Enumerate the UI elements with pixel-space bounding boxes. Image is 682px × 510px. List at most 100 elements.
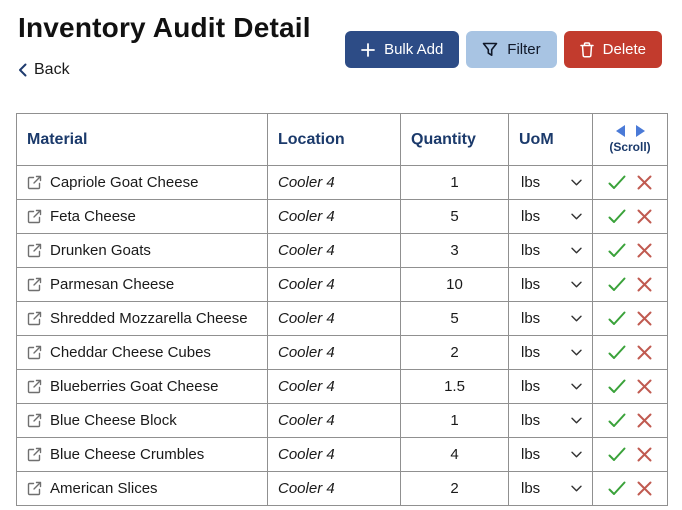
confirm-check-icon[interactable]: [608, 481, 626, 496]
material-name: Parmesan Cheese: [50, 276, 175, 293]
table-row: Feta Cheese Cooler 4 5 lbs: [16, 199, 668, 234]
location-value: Cooler 4: [267, 199, 401, 234]
chevron-down-icon: [571, 383, 582, 390]
chevron-down-icon: [571, 315, 582, 322]
table-row: Parmesan Cheese Cooler 4 10 lbs: [16, 267, 668, 302]
bulk-add-label: Bulk Add: [384, 41, 444, 58]
external-link-icon[interactable]: [27, 311, 42, 326]
table-row: Blue Cheese Crumbles Cooler 4 4 lbs: [16, 437, 668, 472]
uom-select[interactable]: lbs: [521, 446, 582, 463]
trash-icon: [579, 41, 594, 58]
reject-x-icon[interactable]: [637, 345, 652, 360]
location-value: Cooler 4: [267, 301, 401, 336]
table-row: Cheddar Cheese Cubes Cooler 4 2 lbs: [16, 335, 668, 370]
delete-label: Delete: [602, 41, 646, 58]
material-name: Blue Cheese Block: [50, 412, 177, 429]
confirm-check-icon[interactable]: [608, 345, 626, 360]
uom-value: lbs: [521, 412, 541, 429]
quantity-value: 1: [400, 403, 509, 438]
reject-x-icon[interactable]: [637, 175, 652, 190]
confirm-check-icon[interactable]: [608, 413, 626, 428]
reject-x-icon[interactable]: [637, 311, 652, 326]
uom-select[interactable]: lbs: [521, 174, 582, 191]
uom-value: lbs: [521, 446, 541, 463]
external-link-icon[interactable]: [27, 209, 42, 224]
scroll-right-icon[interactable]: [635, 125, 645, 137]
external-link-icon[interactable]: [27, 175, 42, 190]
uom-select[interactable]: lbs: [521, 344, 582, 361]
confirm-check-icon[interactable]: [608, 447, 626, 462]
material-name: Cheddar Cheese Cubes: [50, 344, 211, 361]
uom-select[interactable]: lbs: [521, 208, 582, 225]
header-uom: UoM: [508, 113, 593, 166]
header-material: Material: [16, 113, 268, 166]
reject-x-icon[interactable]: [637, 379, 652, 394]
reject-x-icon[interactable]: [637, 277, 652, 292]
reject-x-icon[interactable]: [637, 209, 652, 224]
filter-label: Filter: [507, 41, 541, 58]
table-header: Material Location Quantity UoM (Scroll): [16, 113, 668, 166]
reject-x-icon[interactable]: [637, 413, 652, 428]
table-row: Drunken Goats Cooler 4 3 lbs: [16, 233, 668, 268]
material-name: Drunken Goats: [50, 242, 151, 259]
inventory-table: Material Location Quantity UoM (Scroll): [16, 113, 668, 506]
uom-select[interactable]: lbs: [521, 412, 582, 429]
back-link[interactable]: Back: [18, 61, 70, 79]
confirm-check-icon[interactable]: [608, 175, 626, 190]
table-row: Blueberries Goat Cheese Cooler 4 1.5 lbs: [16, 369, 668, 404]
location-value: Cooler 4: [267, 403, 401, 438]
header-quantity: Quantity: [400, 113, 509, 166]
back-label: Back: [34, 61, 70, 78]
reject-x-icon[interactable]: [637, 481, 652, 496]
uom-value: lbs: [521, 276, 541, 293]
quantity-value: 1: [400, 165, 509, 200]
chevron-down-icon: [571, 417, 582, 424]
confirm-check-icon[interactable]: [608, 277, 626, 292]
uom-value: lbs: [521, 480, 541, 497]
external-link-icon[interactable]: [27, 447, 42, 462]
uom-value: lbs: [521, 310, 541, 327]
quantity-value: 5: [400, 301, 509, 336]
material-name: Feta Cheese: [50, 208, 136, 225]
confirm-check-icon[interactable]: [608, 243, 626, 258]
toolbar: Bulk Add Filter Delete: [345, 31, 662, 68]
external-link-icon[interactable]: [27, 277, 42, 292]
uom-select[interactable]: lbs: [521, 276, 582, 293]
filter-button[interactable]: Filter: [466, 31, 557, 68]
confirm-check-icon[interactable]: [608, 311, 626, 326]
quantity-value: 4: [400, 437, 509, 472]
reject-x-icon[interactable]: [637, 447, 652, 462]
confirm-check-icon[interactable]: [608, 209, 626, 224]
chevron-down-icon: [571, 281, 582, 288]
delete-button[interactable]: Delete: [563, 31, 662, 68]
header-location: Location: [267, 113, 401, 166]
bulk-add-button[interactable]: Bulk Add: [345, 31, 460, 68]
external-link-icon[interactable]: [27, 481, 42, 496]
external-link-icon[interactable]: [27, 379, 42, 394]
material-name: Blue Cheese Crumbles: [50, 446, 205, 463]
uom-value: lbs: [521, 208, 541, 225]
plus-icon: [361, 42, 375, 57]
external-link-icon[interactable]: [27, 345, 42, 360]
table-body: Capriole Goat Cheese Cooler 4 1 lbs Feta…: [16, 165, 668, 506]
uom-select[interactable]: lbs: [521, 310, 582, 327]
location-value: Cooler 4: [267, 471, 401, 506]
uom-select[interactable]: lbs: [521, 378, 582, 395]
external-link-icon[interactable]: [27, 413, 42, 428]
external-link-icon[interactable]: [27, 243, 42, 258]
material-name: American Slices: [50, 480, 158, 497]
quantity-value: 2: [400, 471, 509, 506]
uom-select[interactable]: lbs: [521, 242, 582, 259]
scroll-left-icon[interactable]: [615, 125, 626, 137]
chevron-down-icon: [571, 451, 582, 458]
quantity-value: 3: [400, 233, 509, 268]
table-row: Blue Cheese Block Cooler 4 1 lbs: [16, 403, 668, 438]
confirm-check-icon[interactable]: [608, 379, 626, 394]
uom-select[interactable]: lbs: [521, 480, 582, 497]
material-name: Capriole Goat Cheese: [50, 174, 199, 191]
location-value: Cooler 4: [267, 165, 401, 200]
chevron-down-icon: [571, 213, 582, 220]
table-row: Capriole Goat Cheese Cooler 4 1 lbs: [16, 165, 668, 200]
reject-x-icon[interactable]: [637, 243, 652, 258]
uom-value: lbs: [521, 378, 541, 395]
